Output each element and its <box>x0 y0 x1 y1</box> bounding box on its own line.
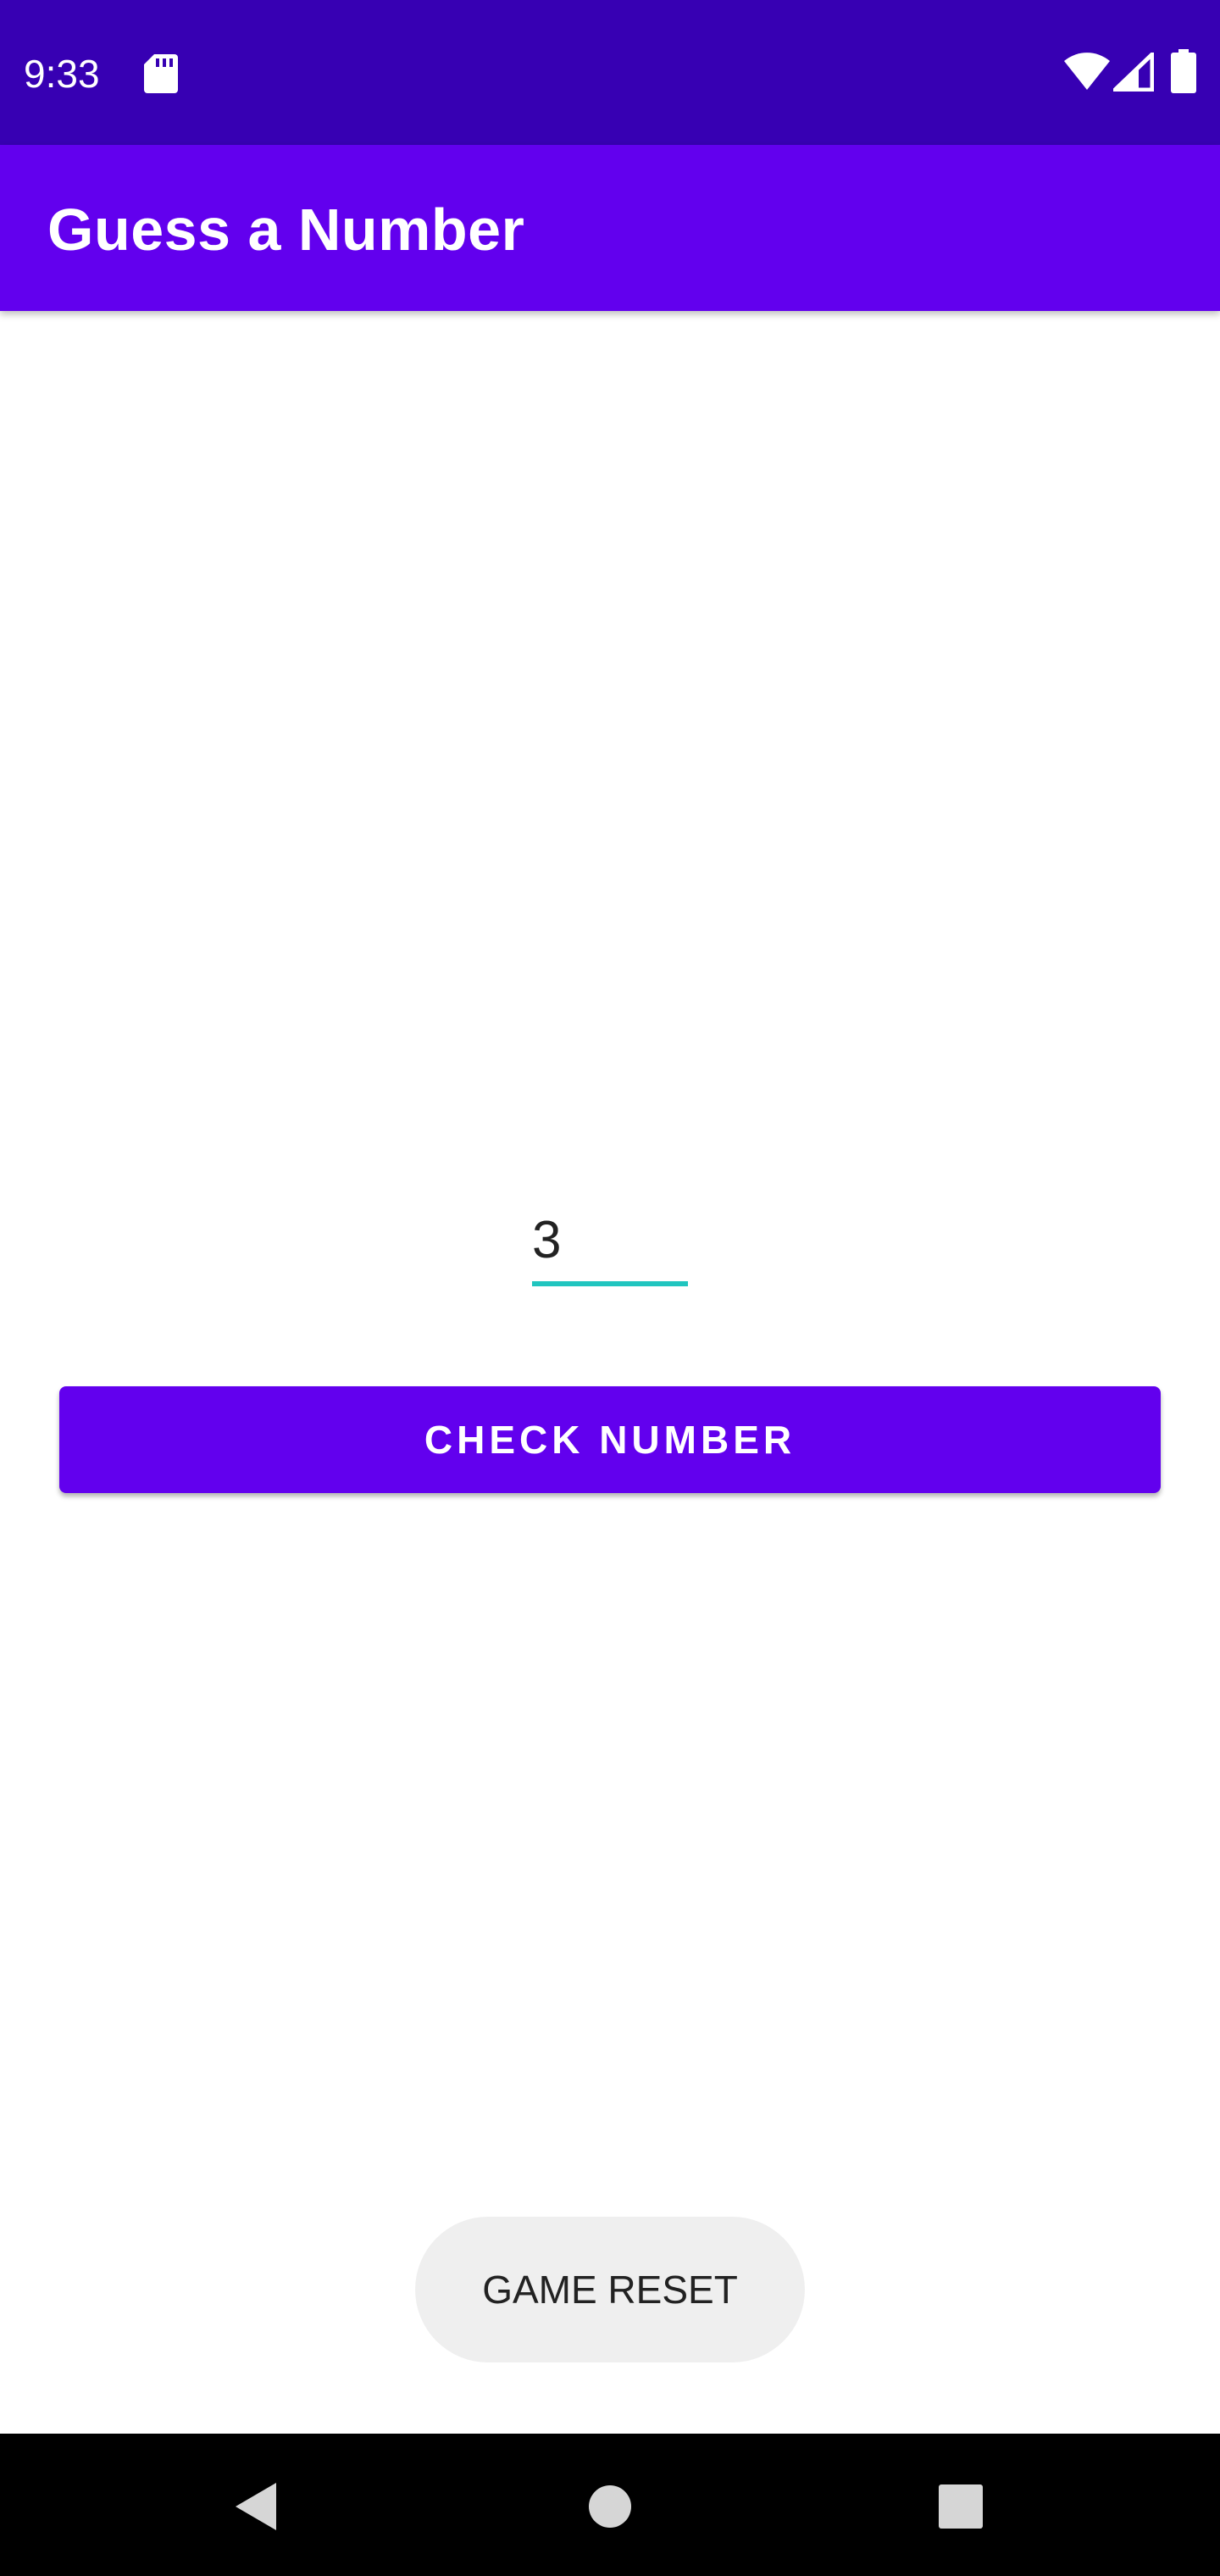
back-icon[interactable] <box>232 2481 278 2532</box>
check-number-button[interactable]: CHECK NUMBER <box>59 1386 1161 1493</box>
number-input-wrapper <box>532 1200 688 1291</box>
input-underline <box>532 1281 688 1286</box>
number-input[interactable] <box>532 1200 688 1281</box>
navigation-bar <box>0 2434 1220 2576</box>
home-icon[interactable] <box>588 2484 632 2529</box>
app-bar: Guess a Number <box>0 145 1220 311</box>
recents-icon[interactable] <box>939 2484 983 2529</box>
app-title: Guess a Number <box>47 197 525 263</box>
status-bar: 9:33 <box>0 0 1220 145</box>
signal-icon <box>1109 49 1155 92</box>
toast-message: GAME RESET <box>415 2217 805 2362</box>
sd-card-icon <box>144 54 178 93</box>
battery-icon <box>1171 49 1196 93</box>
screen: 9:33 Guess a Number 3 CHECK NUMBER GAME … <box>0 0 1220 2576</box>
wifi-icon <box>1064 53 1110 92</box>
status-time: 9:33 <box>24 52 100 96</box>
